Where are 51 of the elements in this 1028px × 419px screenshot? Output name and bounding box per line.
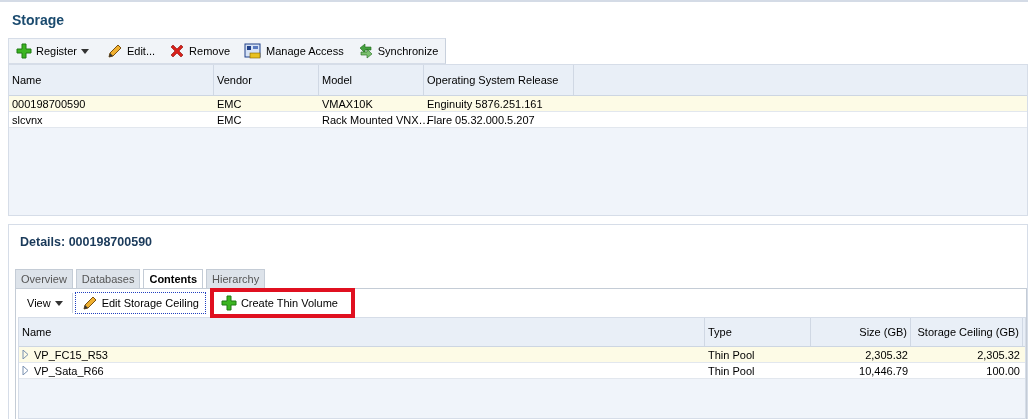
page-title: Storage: [11, 11, 66, 30]
table-row[interactable]: slcvnx EMC Rack Mounted VNX…Flare 05.32.000.5.207: [9, 112, 1027, 128]
table-row[interactable]: VP_FC15_R53 Thin Pool 2,305.32 2,305.32: [19, 347, 1025, 363]
table-cell-text: VMAX10K: [321, 97, 374, 110]
column-header[interactable]: Type: [705, 318, 811, 346]
tab[interactable]: Hierarchy: [206, 269, 266, 288]
table-cell-text: Thin Pool: [707, 348, 756, 361]
tab[interactable]: Databases: [75, 269, 141, 288]
details-title: Details: 000198700590: [19, 234, 154, 251]
table-cell-text: 000198700590: [11, 97, 87, 110]
sync-icon: [357, 43, 374, 59]
table-cell-text: slcvnx: [11, 113, 44, 126]
table-cell: VP_Sata_R66: [19, 364, 705, 377]
caret-icon: [54, 300, 63, 306]
table-cell-text: 100.00: [985, 364, 1021, 377]
pencil-icon: [106, 43, 123, 59]
table-cell-text: Enginuity 5876.251.161: [426, 97, 544, 110]
column-header[interactable]: Vendor: [214, 65, 319, 95]
table-cell-text: 2,305.32: [976, 348, 1021, 361]
table-cell: VP_FC15_R53: [19, 348, 705, 361]
toolbar-button[interactable]: Edit...: [99, 40, 163, 62]
toolbar-button[interactable]: View: [20, 292, 70, 314]
collapsed-triangle-icon[interactable]: [22, 366, 29, 375]
caret-icon: [80, 48, 89, 54]
column-header[interactable]: Storage Ceiling (GB): [911, 318, 1023, 346]
column-header[interactable]: Size (GB): [811, 318, 911, 346]
column-header[interactable]: Model: [319, 65, 424, 95]
column-header[interactable]: Name: [19, 318, 705, 346]
toolbar-button[interactable]: Register: [9, 40, 96, 62]
table-cell-text: Thin Pool: [707, 364, 756, 377]
toolbar-button[interactable]: Manage Access: [237, 40, 351, 62]
plus-icon: [220, 295, 237, 311]
table-cell-text: 10,446.79: [858, 364, 909, 377]
toolbar-button[interactable]: Synchronize: [350, 40, 446, 62]
toolbar-button[interactable]: Create Thin Volume: [213, 292, 351, 314]
table-cell-text: 2,305.32: [864, 348, 909, 361]
toolbar-button[interactable]: Edit Storage Ceiling: [74, 292, 206, 314]
table-row[interactable]: VP_Sata_R66 Thin Pool 10,446.79 100.00: [19, 363, 1025, 379]
table-cell-text: EMC: [216, 97, 243, 110]
access-icon: [244, 43, 263, 59]
column-header[interactable]: Operating System Release: [424, 65, 574, 95]
remove-icon: [169, 43, 186, 59]
table-cell-text: EMC: [216, 113, 243, 126]
column-header[interactable]: Name: [9, 65, 214, 95]
collapsed-triangle-icon[interactable]: [22, 350, 29, 359]
toolbar-button[interactable]: Remove: [162, 40, 238, 62]
pencil-icon: [81, 295, 98, 311]
plus-icon: [16, 43, 32, 59]
tab[interactable]: Overview: [15, 269, 73, 288]
tab[interactable]: Contents: [143, 269, 204, 288]
table-row[interactable]: 000198700590 EMC VMAX10K Enginuity 5876.251.161: [9, 96, 1027, 112]
